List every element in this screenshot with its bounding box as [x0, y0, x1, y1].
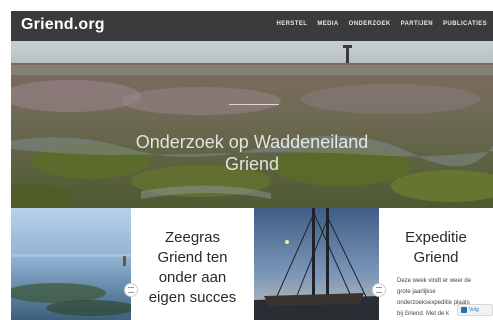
- post-image-expeditie[interactable]: [254, 208, 379, 320]
- lines-glyph: [376, 287, 382, 293]
- post-title-zeegras[interactable]: Zeegras Griend ten onder aan eigen succe…: [131, 228, 254, 308]
- sea-photo: [11, 208, 131, 320]
- page-frame: Griend.org HERSTEL MEDIA ONDERZOEK PARTI…: [11, 11, 493, 320]
- follow-button[interactable]: Volg: [457, 304, 493, 316]
- nav-item-partijen[interactable]: PARTIJEN: [401, 21, 433, 27]
- site-logo[interactable]: Griend.org: [21, 16, 105, 34]
- main-menu: HERSTEL MEDIA ONDERZOEK PARTIJEN PUBLICA…: [277, 21, 488, 27]
- nav-item-publicaties[interactable]: PUBLICATIES: [443, 21, 487, 27]
- post-card-zeegras[interactable]: Zeegras Griend ten onder aan eigen succe…: [131, 208, 254, 320]
- hero-title[interactable]: Onderzoek op Waddeneiland Griend: [11, 131, 493, 175]
- post-cards: Zeegras Griend ten onder aan eigen succe…: [11, 208, 493, 320]
- post-title-line: onder aan: [158, 269, 227, 286]
- post-image-zeegras[interactable]: [11, 208, 131, 320]
- post-title-line: Griend ten: [157, 249, 228, 266]
- hero-divider: [229, 104, 279, 105]
- follow-label: Volg: [469, 307, 479, 313]
- nav-item-media[interactable]: MEDIA: [317, 21, 338, 27]
- post-title-line: eigen succes: [148, 289, 237, 306]
- nav-item-onderzoek[interactable]: ONDERZOEK: [349, 21, 391, 27]
- hero-title-line-1: Onderzoek op Waddeneiland: [135, 132, 369, 152]
- wordpress-icon: [461, 307, 467, 313]
- ship-photo: [254, 208, 379, 320]
- post-title-expeditie[interactable]: Expeditie Griend: [379, 228, 493, 268]
- post-title-line: Griend: [413, 249, 459, 266]
- lines-glyph: [128, 287, 134, 293]
- top-navigation-bar: Griend.org HERSTEL MEDIA ONDERZOEK PARTI…: [11, 11, 493, 41]
- hero-banner[interactable]: Onderzoek op Waddeneiland Griend: [11, 41, 493, 208]
- menu-icon[interactable]: [372, 283, 386, 297]
- post-title-line: Zeegras: [164, 229, 221, 246]
- excerpt-line: Deze week vindt er weer de: [397, 278, 472, 284]
- hero-image: [11, 41, 493, 208]
- nav-item-herstel[interactable]: HERSTEL: [277, 21, 308, 27]
- hero-title-line-2: Griend: [224, 154, 280, 174]
- excerpt-line: grote jaarlijkse: [397, 289, 436, 295]
- menu-icon[interactable]: [124, 283, 138, 297]
- post-title-line: Expeditie: [405, 229, 467, 246]
